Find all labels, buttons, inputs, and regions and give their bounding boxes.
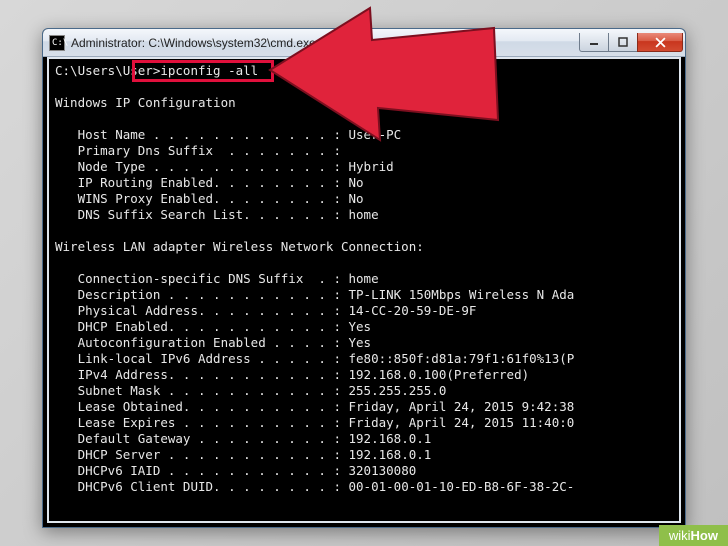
window-title: Administrator: C:\Windows\system32\cmd.e… xyxy=(71,36,580,50)
adapter-header: Wireless LAN adapter Wireless Network Co… xyxy=(55,239,424,254)
close-button[interactable] xyxy=(637,33,683,52)
terminal-output: C:\Users\User>ipconfig -all Windows IP C… xyxy=(49,59,679,499)
cmd-icon: C:\ xyxy=(49,35,65,51)
section-header: Windows IP Configuration xyxy=(55,95,236,110)
terminal-area[interactable]: C:\Users\User>ipconfig -all Windows IP C… xyxy=(47,57,681,523)
minimize-button[interactable] xyxy=(579,33,609,52)
maximize-button[interactable] xyxy=(608,33,638,52)
watermark: wikiHow xyxy=(659,525,728,546)
titlebar[interactable]: C:\ Administrator: C:\Windows\system32\c… xyxy=(43,29,685,57)
command-text: ipconfig -all xyxy=(160,63,258,78)
window-controls xyxy=(580,33,683,52)
cmd-window: C:\ Administrator: C:\Windows\system32\c… xyxy=(42,28,686,528)
prompt: C:\Users\User> xyxy=(55,63,160,78)
